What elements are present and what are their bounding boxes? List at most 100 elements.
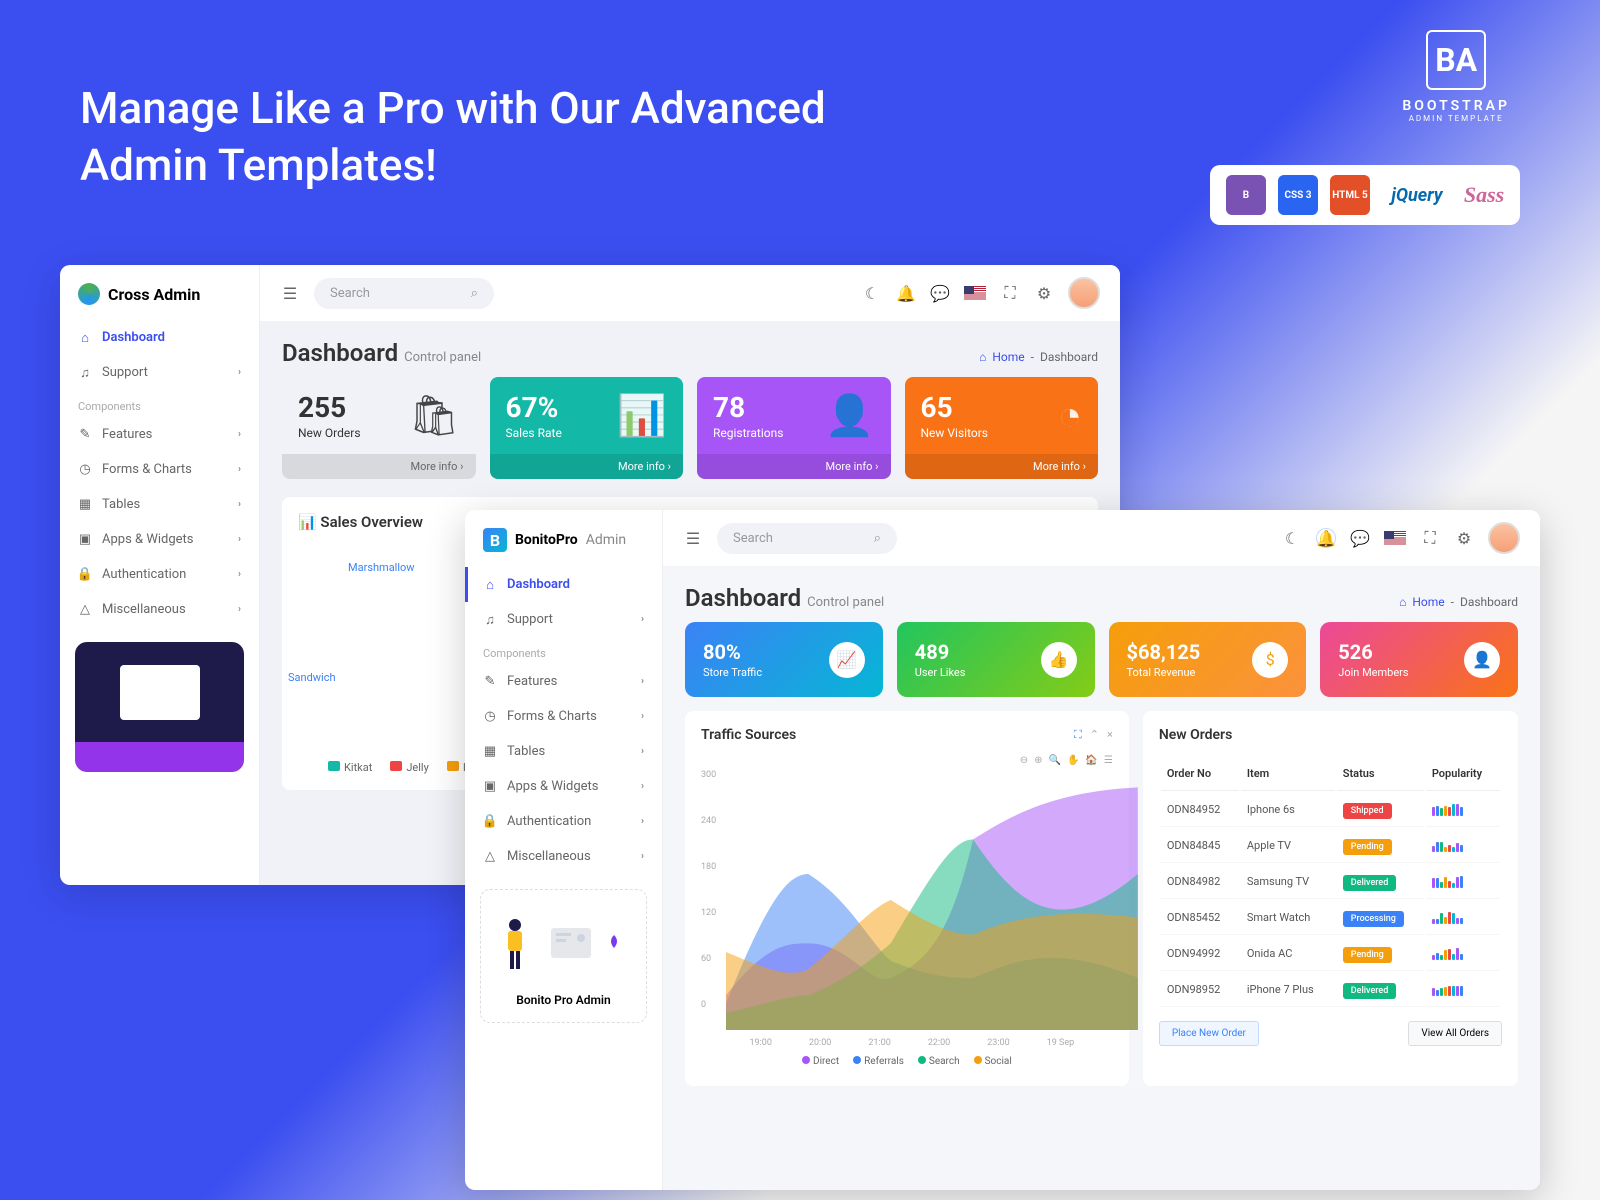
- sparkline: [1432, 984, 1494, 996]
- flag-us-icon[interactable]: [964, 286, 986, 301]
- bootstrap-icon: B: [1226, 175, 1266, 215]
- chat-icon[interactable]: 💬: [930, 283, 950, 303]
- nav-features[interactable]: ✎Features›: [60, 417, 259, 452]
- search-input[interactable]: Search⌕: [314, 278, 494, 309]
- home-icon[interactable]: 🏠: [1085, 755, 1097, 766]
- css3-icon: CSS 3: [1278, 175, 1318, 215]
- nav-dashboard[interactable]: ⌂Dashboard: [465, 567, 662, 602]
- zoom-icon[interactable]: 🔍: [1048, 755, 1060, 766]
- card-total-revenue[interactable]: $68,125Total Revenue$: [1109, 622, 1307, 697]
- bonitopro-dashboard: B BonitoPro Admin ⌂Dashboard ♫Support› C…: [465, 510, 1540, 1190]
- minus-icon[interactable]: ⊖: [1020, 755, 1028, 766]
- col-item: Item: [1241, 757, 1335, 791]
- table-row[interactable]: ODN85452Smart WatchProcessing: [1161, 901, 1500, 935]
- hand-icon[interactable]: ✋: [1067, 755, 1079, 766]
- home-icon: ⌂: [78, 331, 92, 345]
- moon-icon[interactable]: ☾: [1282, 528, 1302, 548]
- stat-registrations[interactable]: 78Registrations👤 More info ›: [697, 377, 891, 479]
- more-info-link[interactable]: More info ›: [490, 454, 684, 479]
- x-axis: 19:0020:0021:0022:0023:0019 Sep: [701, 1034, 1113, 1056]
- topbar: ☰ Search⌕ ☾ 🔔 💬 ⛶ ⚙: [260, 265, 1120, 321]
- promo-card[interactable]: Bonito Pro Admin: [480, 889, 647, 1023]
- nav-dashboard[interactable]: ⌂Dashboard: [60, 320, 259, 355]
- nav-apps[interactable]: ▣Apps & Widgets›: [60, 522, 259, 557]
- breadcrumb: ⌂ Home - Dashboard: [979, 350, 1098, 364]
- sidebar: Cross Admin ⌂Dashboard ♫Support› Compone…: [60, 265, 260, 885]
- plus-icon[interactable]: ⊕: [1034, 755, 1042, 766]
- menu-icon[interactable]: ☰: [280, 283, 300, 303]
- nav-features[interactable]: ✎Features›: [465, 664, 662, 699]
- settings-icon[interactable]: ⚙: [1454, 528, 1474, 548]
- panel-title: Traffic Sources: [701, 727, 796, 743]
- nav-support[interactable]: ♫Support›: [465, 602, 662, 637]
- nav-support[interactable]: ♫Support›: [60, 355, 259, 390]
- settings-icon[interactable]: ⚙: [1034, 283, 1054, 303]
- menu-icon[interactable]: ☰: [683, 528, 703, 548]
- card-store-traffic[interactable]: 80%Store Traffic📈: [685, 622, 883, 697]
- close-icon[interactable]: ×: [1107, 728, 1113, 742]
- bell-icon[interactable]: 🔔: [1316, 528, 1336, 548]
- col-status: Status: [1337, 757, 1424, 791]
- stat-new-orders[interactable]: 255New Orders🛍 More info ›: [282, 377, 476, 479]
- avatar[interactable]: [1488, 522, 1520, 554]
- stat-new-visitors[interactable]: 65New Visitors◔ More info ›: [905, 377, 1099, 479]
- bell-icon[interactable]: 🔔: [896, 283, 916, 303]
- table-row[interactable]: ODN84982Samsung TVDelivered: [1161, 865, 1500, 899]
- nav-tables[interactable]: ▦Tables›: [60, 487, 259, 522]
- view-all-orders-button[interactable]: View All Orders: [1408, 1021, 1502, 1046]
- more-info-link[interactable]: More info ›: [905, 454, 1099, 479]
- pie-icon: ◔: [1058, 392, 1082, 439]
- nav-tables[interactable]: ▦Tables›: [465, 734, 662, 769]
- nav-apps[interactable]: ▣Apps & Widgets›: [465, 769, 662, 804]
- chevron-up-icon[interactable]: ⌃: [1090, 728, 1099, 742]
- chevron-right-icon: ›: [238, 499, 241, 510]
- sidebar: B BonitoPro Admin ⌂Dashboard ♫Support› C…: [465, 510, 663, 1190]
- promo-card[interactable]: [75, 642, 244, 772]
- flag-us-icon[interactable]: [1384, 531, 1406, 546]
- chat-icon[interactable]: 💬: [1350, 528, 1370, 548]
- table-row[interactable]: ODN98952iPhone 7 PlusDelivered: [1161, 973, 1500, 1007]
- table-row[interactable]: ODN84845Apple TVPending: [1161, 829, 1500, 863]
- fullscreen-icon[interactable]: ⛶: [1000, 283, 1020, 303]
- nav-section-components: Components: [465, 637, 662, 664]
- status-badge: Delivered: [1343, 983, 1397, 999]
- breadcrumb-home[interactable]: Home: [1412, 595, 1444, 609]
- stat-sales-rate[interactable]: 67%Sales Rate📊 More info ›: [490, 377, 684, 479]
- y-axis: 300240180120600: [701, 770, 716, 1010]
- card-user-likes[interactable]: 489User Likes👍: [897, 622, 1095, 697]
- nav-auth[interactable]: 🔒Authentication›: [465, 804, 662, 839]
- brand-name: BOOTSTRAP: [1402, 98, 1510, 114]
- nav-misc[interactable]: △Miscellaneous›: [465, 839, 662, 874]
- tech-badges: B CSS 3 HTML 5 jQuery Sass: [1210, 165, 1520, 225]
- avatar[interactable]: [1068, 277, 1100, 309]
- breadcrumb-home[interactable]: Home: [992, 350, 1024, 364]
- menu-icon[interactable]: ☰: [1104, 755, 1113, 766]
- sparkline: [1432, 840, 1494, 852]
- more-info-link[interactable]: More info ›: [282, 454, 476, 479]
- nav-misc[interactable]: △Miscellaneous›: [60, 592, 259, 627]
- donut-label-marshmallow: Marshmallow: [348, 561, 415, 574]
- more-info-link[interactable]: More info ›: [697, 454, 891, 479]
- nav-forms[interactable]: ◷Forms & Charts›: [465, 699, 662, 734]
- logo-text: Cross Admin: [108, 285, 200, 304]
- status-badge: Shipped: [1343, 803, 1392, 819]
- sass-icon: Sass: [1464, 175, 1504, 215]
- app-logo[interactable]: B BonitoPro Admin: [465, 528, 662, 567]
- nav-auth[interactable]: 🔒Authentication›: [60, 557, 259, 592]
- expand-icon[interactable]: ⛶: [1074, 728, 1082, 742]
- search-input[interactable]: Search⌕: [717, 523, 897, 554]
- new-orders-panel: New Orders Order No Item Status Populari…: [1143, 711, 1518, 1086]
- moon-icon[interactable]: ☾: [862, 283, 882, 303]
- order-no: ODN84952: [1161, 793, 1239, 827]
- app-logo[interactable]: Cross Admin: [60, 283, 259, 320]
- table-row[interactable]: ODN94992Onida ACPending: [1161, 937, 1500, 971]
- nav-forms[interactable]: ◷Forms & Charts›: [60, 452, 259, 487]
- chevron-right-icon: ›: [238, 464, 241, 475]
- chevron-right-icon: ›: [641, 676, 644, 687]
- page-header: DashboardControl panel ⌂ Home - Dashboar…: [260, 321, 1120, 377]
- card-join-members[interactable]: 526Join Members👤: [1320, 622, 1518, 697]
- place-order-button[interactable]: Place New Order: [1159, 1021, 1259, 1046]
- fullscreen-icon[interactable]: ⛶: [1420, 528, 1440, 548]
- sparkline: [1432, 876, 1494, 888]
- table-row[interactable]: ODN84952Iphone 6sShipped: [1161, 793, 1500, 827]
